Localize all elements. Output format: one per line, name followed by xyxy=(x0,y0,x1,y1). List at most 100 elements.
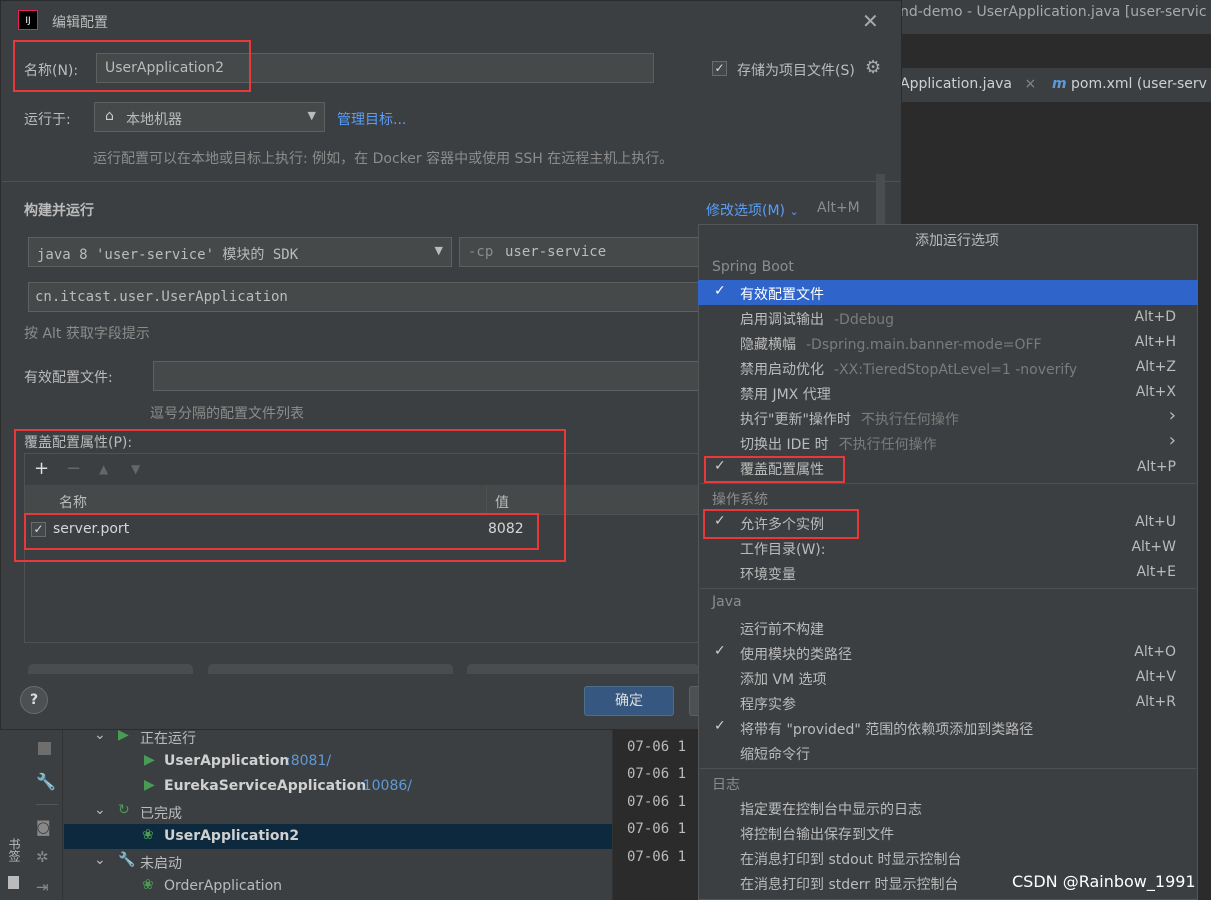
home-icon: ⌂ xyxy=(105,108,114,124)
gear-icon[interactable]: ⚙ xyxy=(865,57,881,78)
menu-item[interactable]: 切换出 IDE 时不执行任何操作 › xyxy=(698,430,1198,455)
tree-item-userapplication2[interactable]: ❀ UserApplication2 xyxy=(64,824,612,849)
menu-item-label: 将带有 "provided" 范围的依赖项添加到类路径 xyxy=(740,722,1034,738)
divider xyxy=(36,804,58,805)
login-icon[interactable]: ⇥ xyxy=(36,878,49,896)
run-tree: ⌄ ▶ 正在运行 ▶ UserApplication :8081/ ▶ Eure… xyxy=(64,724,612,899)
chevron-down-icon[interactable]: ⌄ xyxy=(94,802,106,818)
menu-item[interactable]: 禁用启动优化 -XX:TieredStopAtLevel=1 -noverify A… xyxy=(698,355,1198,380)
collapsed-section xyxy=(208,664,453,674)
menu-item-shortcut: Alt+V xyxy=(1135,669,1176,685)
menu-item-shortcut: Alt+O xyxy=(1134,644,1176,660)
run-icon: ▶ xyxy=(144,777,155,793)
menu-item-shortcut: Alt+R xyxy=(1135,694,1176,710)
console-line: 07-06 1 xyxy=(627,766,687,782)
camera-icon[interactable]: ◙ xyxy=(36,818,51,836)
menu-item[interactable]: 启用调试输出 -Ddebug Alt+D xyxy=(698,305,1198,330)
modify-options-shortcut: Alt+M xyxy=(817,200,860,216)
tree-item-userapplication[interactable]: ▶ UserApplication :8081/ xyxy=(64,749,612,774)
menu-item-label: 指定要在控制台中显示的日志 xyxy=(740,802,922,818)
collapsed-section xyxy=(28,664,193,674)
stop-icon[interactable] xyxy=(38,742,51,755)
check-icon: ✓ xyxy=(714,283,726,299)
manage-targets-link[interactable]: 管理目标... xyxy=(337,109,406,129)
divider xyxy=(700,483,1196,484)
chevron-down-icon[interactable]: ⌄ xyxy=(94,852,106,868)
menu-item-label: 执行"更新"操作时 xyxy=(740,412,851,428)
check-icon: ✓ xyxy=(714,643,726,659)
bookmarks-tab[interactable]: 书签 xyxy=(6,838,23,862)
chevron-right-icon: › xyxy=(1168,430,1176,451)
ide-window-title: nd-demo - UserApplication.java [user-ser… xyxy=(900,4,1207,20)
dropdown-arrow-icon: ▼ xyxy=(434,244,443,257)
menu-item-label: 有效配置文件 xyxy=(740,287,824,303)
tab-label: Application.java xyxy=(900,76,1013,92)
menu-item[interactable]: 程序实参 Alt+R xyxy=(698,690,1198,715)
popup-title: 添加运行选项 xyxy=(915,233,999,249)
profiles-label: 有效配置文件: xyxy=(24,370,113,386)
menu-item[interactable]: 禁用 JMX 代理 Alt+X xyxy=(698,380,1198,405)
menu-item-shortcut: Alt+W xyxy=(1131,539,1176,555)
menu-item-label: 环境变量 xyxy=(740,567,796,583)
menu-item[interactable]: 缩短命令行 xyxy=(698,740,1198,765)
store-as-file-checkbox[interactable]: ✓ xyxy=(712,61,727,76)
divider xyxy=(2,181,900,182)
modify-options-link[interactable]: 修改选项(M) ⌄ xyxy=(706,200,799,220)
tab-pom-xml[interactable]: m pom.xml (user-serv xyxy=(1052,76,1207,92)
run-tool-strip: 🔧 ◙ ✲ ⇥ xyxy=(28,720,63,900)
menu-item[interactable]: 将控制台输出保存到文件 xyxy=(698,820,1198,845)
tree-label: 未启动 xyxy=(140,856,182,872)
menu-item-shortcut: Alt+X xyxy=(1135,384,1176,400)
wrench-icon: 🔧 xyxy=(118,852,136,868)
tree-label: 已完成 xyxy=(140,806,182,822)
tree-group-not-started[interactable]: ⌄ 🔧 未启动 xyxy=(64,849,612,874)
main-class-field[interactable]: cn.itcast.user.UserApplication xyxy=(28,282,700,312)
tree-port-link[interactable]: :10086/ xyxy=(358,778,412,794)
menu-item-hint: -Dspring.main.banner-mode=OFF xyxy=(806,337,1042,353)
console-line: 07-06 1 xyxy=(627,739,687,755)
tree-label: EurekaServiceApplication xyxy=(164,778,367,794)
tab-application-java[interactable]: Application.java × xyxy=(900,76,1036,92)
bookmark-icon[interactable] xyxy=(8,876,19,889)
console-line: 07-06 1 xyxy=(627,849,687,865)
sdk-select[interactable]: java 8 'user-service' 模块的 SDK ▼ xyxy=(28,237,452,267)
popup-section-header: 操作系统 xyxy=(712,492,768,508)
highlight-box-name xyxy=(13,40,251,92)
menu-item[interactable]: ✓ 有效配置文件 xyxy=(698,280,1198,305)
menu-item[interactable]: 运行前不构建 xyxy=(698,615,1198,640)
menu-item[interactable]: 指定要在控制台中显示的日志 xyxy=(698,795,1198,820)
settings-icon[interactable]: ✲ xyxy=(36,848,49,866)
divider xyxy=(700,768,1196,769)
profiles-field[interactable] xyxy=(153,361,700,391)
tree-group-finished[interactable]: ⌄ ↻ 已完成 xyxy=(64,799,612,824)
close-icon[interactable]: ✕ xyxy=(862,9,879,33)
menu-item[interactable]: 环境变量 Alt+E xyxy=(698,560,1198,585)
main-class-value: cn.itcast.user.UserApplication xyxy=(35,289,288,305)
tab-label: pom.xml (user-serv xyxy=(1071,76,1207,92)
menu-item[interactable]: 添加 VM 选项 Alt+V xyxy=(698,665,1198,690)
menu-item-label: 将控制台输出保存到文件 xyxy=(740,827,894,843)
menu-item[interactable]: 隐藏横幅 -Dspring.main.banner-mode=OFF Alt+H xyxy=(698,330,1198,355)
menu-item[interactable]: 执行"更新"操作时 不执行任何操作 › xyxy=(698,405,1198,430)
menu-item[interactable]: 在消息打印到 stdout 时显示控制台 xyxy=(698,845,1198,870)
popup-section-header: Spring Boot xyxy=(712,259,794,275)
menu-item[interactable]: ✓ 使用模块的类路径 Alt+O xyxy=(698,640,1198,665)
console-line: 07-06 1 xyxy=(627,794,687,810)
classpath-value: user-service xyxy=(505,244,607,260)
tree-item-eureka[interactable]: ▶ EurekaServiceApplication :10086/ xyxy=(64,774,612,799)
run-on-hint: 运行配置可以在本地或目标上执行: 例如，在 Docker 容器中或使用 SSH … xyxy=(93,151,674,167)
classpath-select[interactable]: -cp user-service xyxy=(459,237,699,267)
close-icon[interactable]: × xyxy=(1024,76,1036,92)
ok-button[interactable]: 确定 xyxy=(584,686,674,716)
check-icon: ✓ xyxy=(714,718,726,734)
tree-port-link[interactable]: :8081/ xyxy=(286,753,331,769)
menu-item[interactable]: ✓ 将带有 "provided" 范围的依赖项添加到类路径 xyxy=(698,715,1198,740)
intellij-logo-icon: IJ xyxy=(18,10,38,30)
highlight-box-multiple-instances xyxy=(703,509,859,539)
wrench-icon[interactable]: 🔧 xyxy=(36,772,56,791)
divider xyxy=(700,588,1196,589)
tree-item-orderapplication[interactable]: ❀ OrderApplication xyxy=(64,874,612,899)
run-on-select[interactable]: ⌂ 本地机器 ▼ xyxy=(94,102,325,132)
help-icon[interactable]: ? xyxy=(20,686,48,714)
menu-item-label: 使用模块的类路径 xyxy=(740,647,852,663)
